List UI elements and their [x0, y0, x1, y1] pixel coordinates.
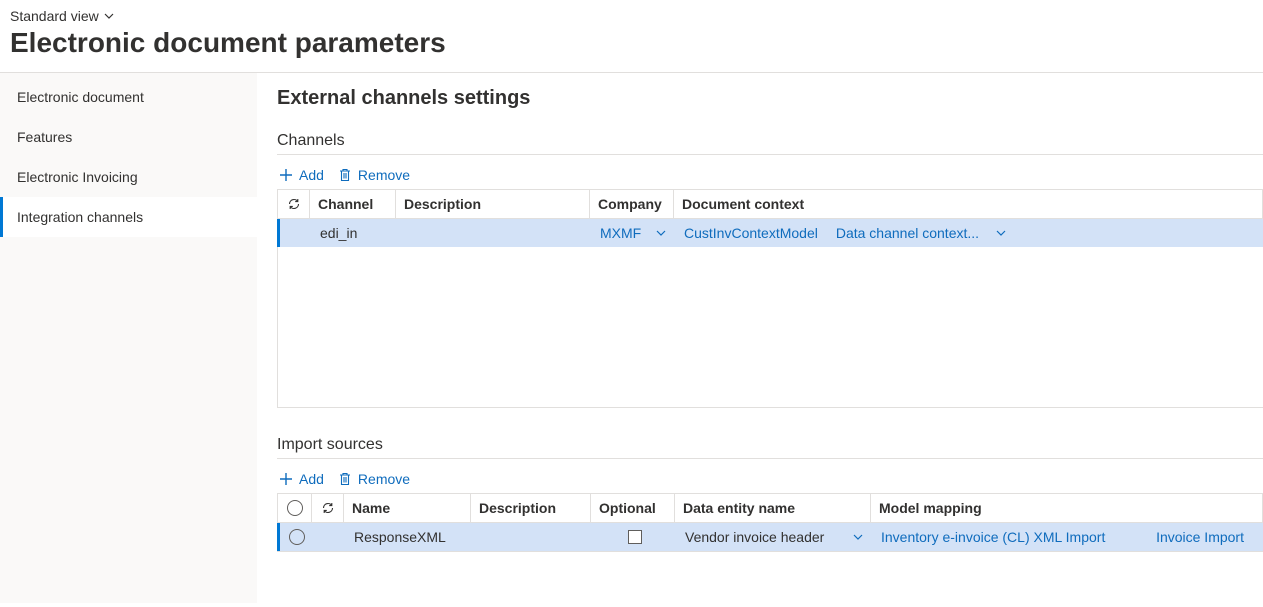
chevron-down-icon: [655, 227, 667, 239]
add-label: Add: [299, 167, 324, 183]
doc-context-model: CustInvContextModel: [684, 225, 818, 241]
import-remove-button[interactable]: Remove: [338, 471, 410, 487]
import-grid-body: ResponseXML Vendor invoice header Invent…: [278, 523, 1263, 551]
cell-optional[interactable]: [593, 523, 677, 551]
table-row[interactable]: ResponseXML Vendor invoice header Invent…: [277, 523, 1263, 551]
cell-name[interactable]: ResponseXML: [346, 523, 473, 551]
row-select[interactable]: [280, 523, 314, 551]
channels-add-button[interactable]: Add: [279, 167, 324, 183]
add-label: Add: [299, 471, 324, 487]
plus-icon: [279, 472, 293, 486]
channels-col-description[interactable]: Description: [396, 190, 590, 219]
sidebar-item-label: Features: [17, 129, 72, 145]
sidebar-item-label: Electronic document: [17, 89, 144, 105]
import-grid-header: Name Description Optional Data entity na…: [278, 494, 1263, 523]
channels-grid-header: Channel Description Company Document con…: [278, 190, 1263, 219]
cell-document-context[interactable]: CustInvContextModel Data channel context…: [676, 219, 1263, 247]
cell-description[interactable]: [473, 523, 593, 551]
import-grid: Name Description Optional Data entity na…: [277, 493, 1263, 552]
sidebar-item-electronic-invoicing[interactable]: Electronic Invoicing: [0, 157, 257, 197]
channels-col-company[interactable]: Company: [590, 190, 674, 219]
channels-remove-button[interactable]: Remove: [338, 167, 410, 183]
plus-icon: [279, 168, 293, 182]
trash-icon: [338, 472, 352, 486]
import-add-button[interactable]: Add: [279, 471, 324, 487]
chevron-down-icon: [995, 227, 1007, 239]
chevron-down-icon: [103, 10, 115, 22]
cell-data-entity-name[interactable]: Vendor invoice header: [677, 523, 873, 551]
channels-col-channel[interactable]: Channel: [310, 190, 396, 219]
import-col-data-entity-name[interactable]: Data entity name: [675, 494, 871, 523]
import-select-all-header[interactable]: [278, 494, 312, 523]
circle-icon: [287, 500, 303, 516]
cell-channel[interactable]: edi_in: [312, 219, 398, 247]
circle-icon: [289, 529, 305, 545]
sidebar-item-label: Integration channels: [17, 209, 143, 225]
view-selector-label: Standard view: [10, 8, 99, 24]
cell-company[interactable]: MXMF: [592, 219, 676, 247]
import-refresh-header[interactable]: [312, 494, 344, 523]
channels-refresh-header[interactable]: [278, 190, 310, 219]
main-title: External channels settings: [277, 87, 1263, 110]
import-col-description[interactable]: Description: [471, 494, 591, 523]
model-mapping-config: Invoice Import: [1156, 529, 1244, 545]
channels-grid: Channel Description Company Document con…: [277, 189, 1263, 408]
import-section-header: Import sources: [277, 436, 1263, 459]
row-indicator: [314, 523, 346, 551]
trash-icon: [338, 168, 352, 182]
cell-model-mapping[interactable]: Inventory e-invoice (CL) XML Import Invo…: [873, 523, 1263, 551]
channels-col-document-context[interactable]: Document context: [674, 190, 1263, 219]
sidebar-item-integration-channels[interactable]: Integration channels: [0, 197, 257, 237]
doc-context-config: Data channel context...: [836, 225, 979, 241]
page-title: Electronic document parameters: [10, 26, 1253, 60]
channels-section-header: Channels: [277, 132, 1263, 155]
refresh-icon: [287, 197, 301, 211]
channels-grid-body: edi_in MXMF CustInvContextModel Data cha…: [278, 219, 1263, 407]
import-toolbar: Add Remove: [277, 463, 1263, 493]
row-indicator: [280, 219, 312, 247]
refresh-icon: [321, 501, 335, 515]
import-col-optional[interactable]: Optional: [591, 494, 675, 523]
import-col-name[interactable]: Name: [344, 494, 471, 523]
view-selector[interactable]: Standard view: [10, 8, 115, 24]
data-entity-value: Vendor invoice header: [685, 529, 824, 545]
main-panel: External channels settings Channels Add …: [257, 73, 1263, 603]
sidebar: Electronic document Features Electronic …: [0, 73, 257, 603]
cell-description[interactable]: [398, 219, 592, 247]
import-col-model-mapping[interactable]: Model mapping: [871, 494, 1263, 523]
sidebar-item-features[interactable]: Features: [0, 117, 257, 157]
channels-toolbar: Add Remove: [277, 159, 1263, 189]
remove-label: Remove: [358, 471, 410, 487]
remove-label: Remove: [358, 167, 410, 183]
table-row[interactable]: edi_in MXMF CustInvContextModel Data cha…: [277, 219, 1263, 247]
checkbox-icon[interactable]: [628, 530, 642, 544]
company-value: MXMF: [600, 225, 641, 241]
model-mapping-format: Inventory e-invoice (CL) XML Import: [881, 529, 1105, 545]
sidebar-item-label: Electronic Invoicing: [17, 169, 138, 185]
sidebar-item-electronic-document[interactable]: Electronic document: [0, 77, 257, 117]
chevron-down-icon: [852, 531, 864, 543]
